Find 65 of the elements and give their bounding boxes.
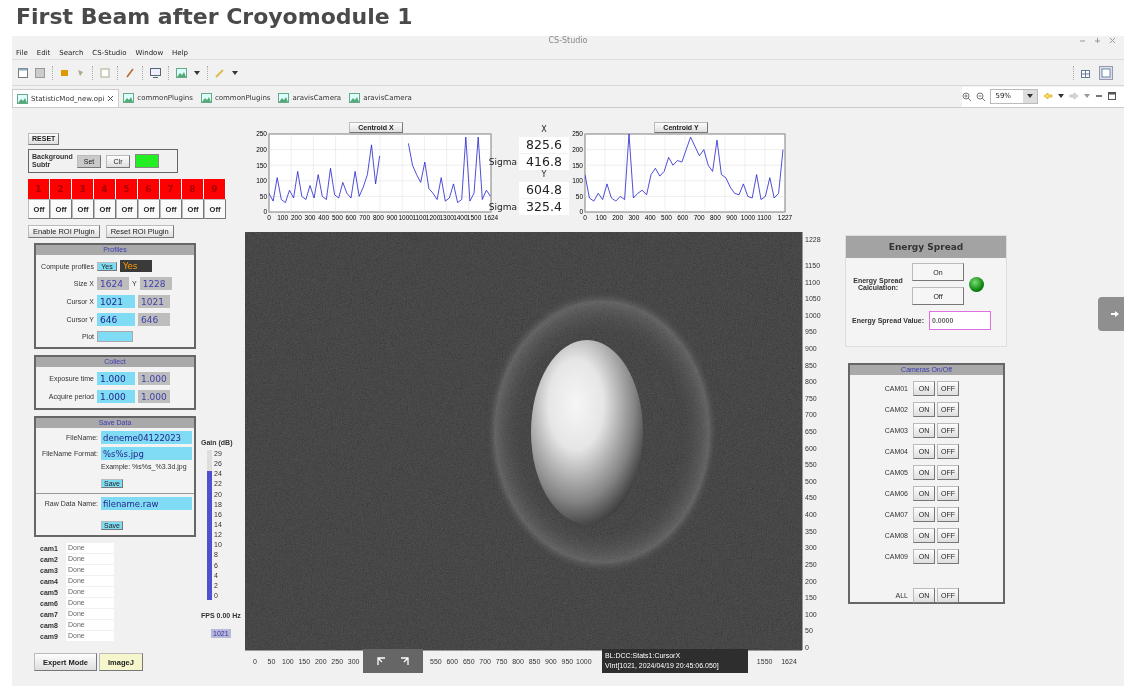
image-icon[interactable] [17,93,28,104]
slide-title: First Beam after Croyomodule 1 [16,4,413,29]
centroid-value: 604.8 [519,181,569,198]
grid-icon[interactable] [35,67,45,78]
page-icon[interactable] [100,67,110,78]
image-icon[interactable] [123,93,135,103]
maximize-icon[interactable] [1108,92,1116,100]
perspective-icon[interactable] [1099,65,1113,80]
pencil-icon[interactable] [125,67,135,78]
sigma-label: Sigma [488,156,517,167]
stat-header: Y [540,170,548,181]
caret-icon[interactable] [232,69,238,76]
channel-indicator: 5 [116,179,138,199]
caret-icon[interactable] [1027,93,1033,99]
sigma-label: Sigma [488,201,517,212]
channel-indicator: 4 [94,179,116,199]
readback-field: 1.000 [138,390,170,403]
channel-indicator: 6 [138,179,160,199]
plot-button[interactable] [97,331,133,342]
readback-field: 1.000 [138,372,170,385]
image-icon[interactable] [176,67,187,78]
panel-title: Energy Spread [846,236,1006,258]
caret-icon[interactable] [194,69,200,76]
channel-indicator: 2 [50,179,72,199]
sigma-value: 416.8 [519,153,569,170]
arrow-icon[interactable] [1110,310,1120,318]
input-field[interactable]: 1.000 [97,372,135,385]
input-field[interactable]: 1.000 [97,390,135,403]
zoom-overlay[interactable] [363,649,423,673]
readback-field: 646 [138,313,170,326]
channel-indicator: 8 [182,179,204,199]
folder-icon[interactable] [60,68,69,77]
readback-field: Yes [120,260,152,272]
corner-arrow-icon[interactable] [377,656,386,666]
readback-field: 1228 [139,277,172,290]
window-icon[interactable] [18,67,28,78]
sigma-value: 325.4 [519,198,569,215]
zoom-in-icon[interactable] [962,91,972,101]
channel-indicator: 1 [28,179,50,199]
window-title: CS-Studio [548,36,588,46]
next-button[interactable] [1098,297,1124,331]
image-icon[interactable] [200,93,212,103]
monitor-icon[interactable] [150,67,161,78]
stat-header: X [540,125,548,136]
channel-indicator: 3 [72,179,94,199]
minimize-icon[interactable] [1095,92,1103,100]
input-field[interactable]: 646 [97,313,135,326]
caret-icon[interactable] [1058,93,1064,99]
zoom-out-icon[interactable] [976,91,986,101]
input-field[interactable]: 1021 [97,295,135,308]
forward-arrow-icon[interactable] [1069,92,1079,100]
back-arrow-icon[interactable] [1043,92,1053,100]
channel-indicator: 7 [160,179,182,199]
centroid-value: 825.6 [519,136,569,153]
readback-field: 1624 [97,277,129,290]
table-icon[interactable] [1081,67,1092,78]
input-field[interactable]: filename.raw [101,497,192,510]
readback-field: 1021 [138,295,170,308]
image-icon[interactable] [278,93,290,103]
corner-arrow-icon[interactable] [400,656,409,666]
channel-indicator: 9 [204,179,226,199]
image-icon[interactable] [349,93,361,103]
input-field[interactable]: deneme04122023 [101,431,192,444]
close-icon[interactable] [107,95,115,102]
input-field[interactable]: %s%s.jpg [101,447,192,460]
